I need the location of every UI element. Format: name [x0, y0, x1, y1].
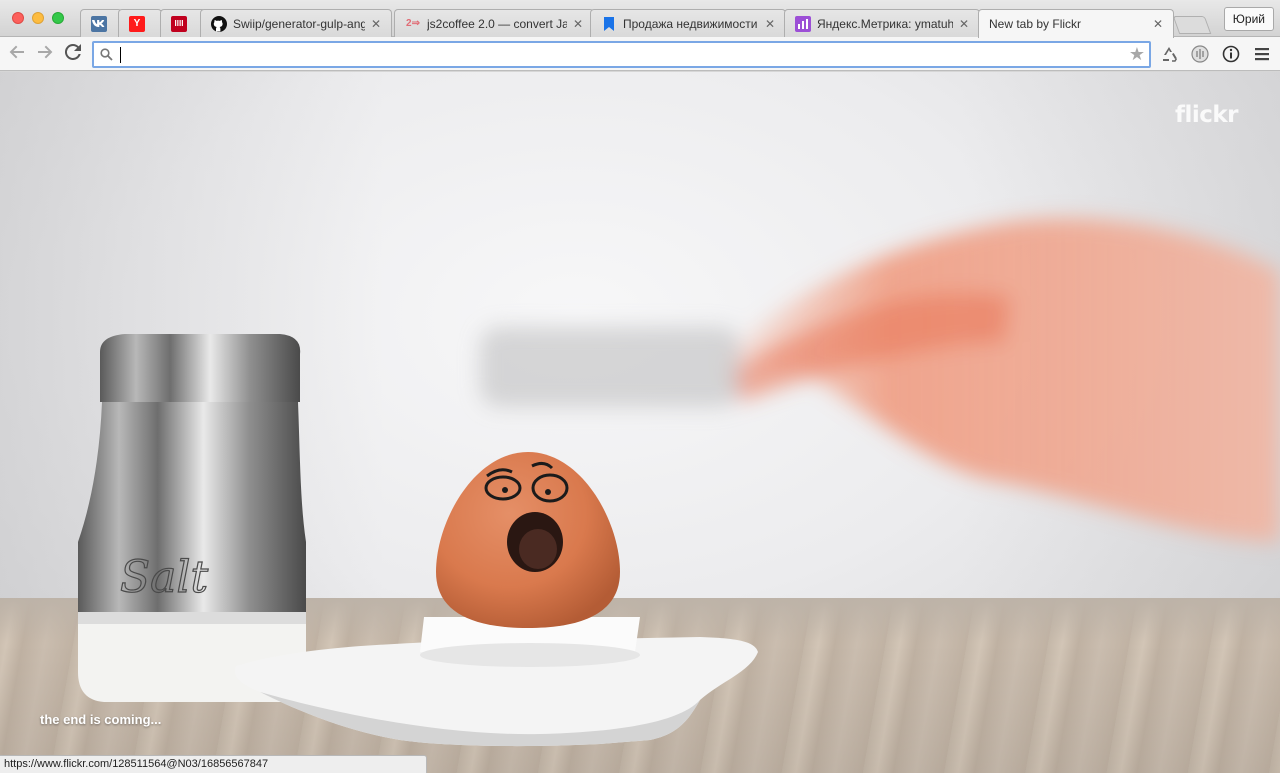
profile-button[interactable]: Юрий: [1223, 7, 1274, 31]
tab-title: Swiip/generator-gulp-angu: [233, 16, 365, 31]
habr-icon: IIII: [171, 15, 187, 32]
window-zoom-button[interactable]: [52, 12, 64, 24]
tab-title: New tab by Flickr: [989, 17, 1082, 31]
back-button[interactable]: [6, 43, 28, 65]
tab-yandex[interactable]: Y: [118, 9, 162, 37]
forward-button[interactable]: [34, 43, 56, 65]
metrika-icon: [795, 15, 811, 32]
egg-character: [436, 452, 620, 628]
bookmark-star-icon[interactable]: ★: [1129, 44, 1145, 65]
tab-title: Яндекс.Метрика: ymatuhi: [817, 16, 953, 31]
status-bar: https://www.flickr.com/128511564@N03/168…: [0, 755, 427, 773]
photo-caption[interactable]: the end is coming...: [40, 712, 161, 727]
svg-text:Salt: Salt: [120, 552, 208, 603]
vk-icon: [91, 15, 107, 32]
text-caret: [120, 47, 121, 63]
github-icon: [211, 15, 227, 32]
reload-icon: [64, 43, 81, 60]
salt-shaker: Salt: [78, 334, 306, 702]
blurred-hand: [480, 218, 1280, 542]
recycle-icon[interactable]: [1159, 44, 1179, 64]
flickr-background-photo: Salt flickr the end is coming...: [0, 72, 1280, 773]
window-close-button[interactable]: [12, 12, 24, 24]
egg-cup-saucer: [235, 617, 758, 747]
forward-arrow-icon: [38, 45, 53, 59]
shield-extension-icon[interactable]: [1190, 44, 1210, 64]
tab-title: Продажа недвижимости: [623, 16, 758, 31]
tab-close-icon[interactable]: ✕: [765, 17, 775, 31]
browser-toolbar: ★: [0, 37, 1280, 71]
tab-js2coffee[interactable]: 2⇒ js2coffee 2.0 — convert Ja ✕: [394, 9, 594, 37]
reload-button[interactable]: [62, 43, 84, 65]
new-tab-button[interactable]: [1172, 16, 1212, 34]
js2coffee-icon: 2⇒: [406, 18, 420, 29]
tab-close-icon[interactable]: ✕: [573, 17, 583, 31]
bookmark-icon: [601, 16, 617, 32]
tabs-container: Y IIII Swiip/generator-gulp-angu ✕ 2⇒ js…: [80, 9, 1220, 38]
menu-icon[interactable]: [1252, 44, 1272, 64]
back-arrow-icon: [9, 45, 24, 59]
tab-flickr-new-tab[interactable]: New tab by Flickr ✕: [978, 9, 1174, 38]
tab-metrika[interactable]: Яндекс.Метрика: ymatuhi ✕: [784, 9, 980, 37]
tab-close-icon[interactable]: ✕: [371, 17, 381, 31]
flickr-logo[interactable]: flickr: [1175, 102, 1239, 128]
yandex-icon: Y: [129, 15, 145, 32]
window-minimize-button[interactable]: [32, 12, 44, 24]
tab-strip: Y IIII Swiip/generator-gulp-angu ✕ 2⇒ js…: [0, 0, 1280, 38]
tab-close-icon[interactable]: ✕: [1153, 17, 1163, 31]
tab-vk[interactable]: [80, 9, 122, 37]
address-input[interactable]: [120, 45, 1120, 65]
tab-close-icon[interactable]: ✕: [959, 17, 969, 31]
info-icon[interactable]: [1221, 44, 1241, 64]
address-bar[interactable]: ★: [92, 41, 1151, 68]
tab-realty[interactable]: Продажа недвижимости ✕: [590, 9, 786, 37]
photo-illustration: Salt: [78, 218, 1280, 747]
tab-title: js2coffee 2.0 — convert Ja: [427, 16, 567, 31]
tab-github[interactable]: Swiip/generator-gulp-angu ✕: [200, 9, 392, 37]
search-icon: [100, 48, 113, 61]
